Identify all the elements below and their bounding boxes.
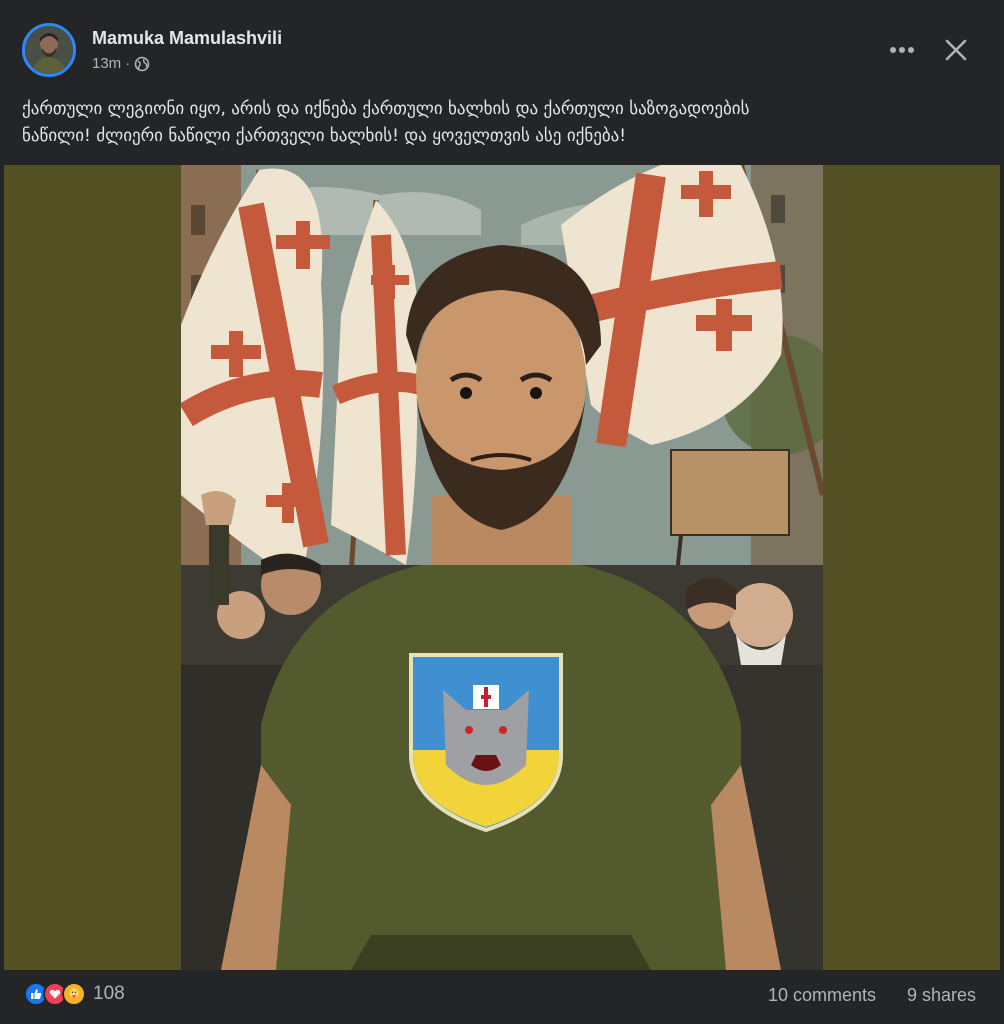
author-avatar[interactable] (22, 23, 76, 77)
post-meta: 13m · (92, 55, 150, 72)
post-image[interactable] (181, 165, 823, 970)
post-footer: 108 10 comments 9 shares (0, 970, 1004, 1024)
close-button[interactable] (934, 30, 978, 70)
post-text-line-1: ქართული ლეგიონი იყო, არის და იქნება ქართ… (22, 99, 750, 119)
author-name[interactable]: Mamuka Mamulashvili (92, 28, 282, 49)
ukraine-wolf-patch-icon (409, 653, 563, 833)
post-header: Mamuka Mamulashvili 13m · (0, 0, 1004, 90)
avatar-photo (25, 26, 73, 74)
post-time[interactable]: 13m (92, 55, 121, 72)
more-options-button[interactable] (880, 30, 924, 70)
illustration-protest (181, 165, 823, 970)
comments-link[interactable]: 10 comments (768, 985, 876, 1006)
meta-separator: · (125, 55, 131, 72)
more-horizontal-icon (890, 47, 914, 53)
facebook-post: Mamuka Mamulashvili 13m · ქართული ლეგიონ… (0, 0, 1004, 1024)
reactions-summary[interactable]: 108 (24, 982, 125, 1006)
post-text-line-2: ნაწილი! ძლიერი ნაწილი ქართველი ხალხის! დ… (22, 126, 627, 146)
reaction-count: 108 (93, 983, 125, 1004)
shares-link[interactable]: 9 shares (907, 985, 976, 1006)
close-icon (945, 39, 967, 61)
post-image-container[interactable] (4, 165, 1000, 970)
care-icon (62, 982, 86, 1006)
globe-icon (134, 56, 150, 71)
post-text: ქართული ლეგიონი იყო, არის და იქნება ქართ… (22, 96, 972, 150)
